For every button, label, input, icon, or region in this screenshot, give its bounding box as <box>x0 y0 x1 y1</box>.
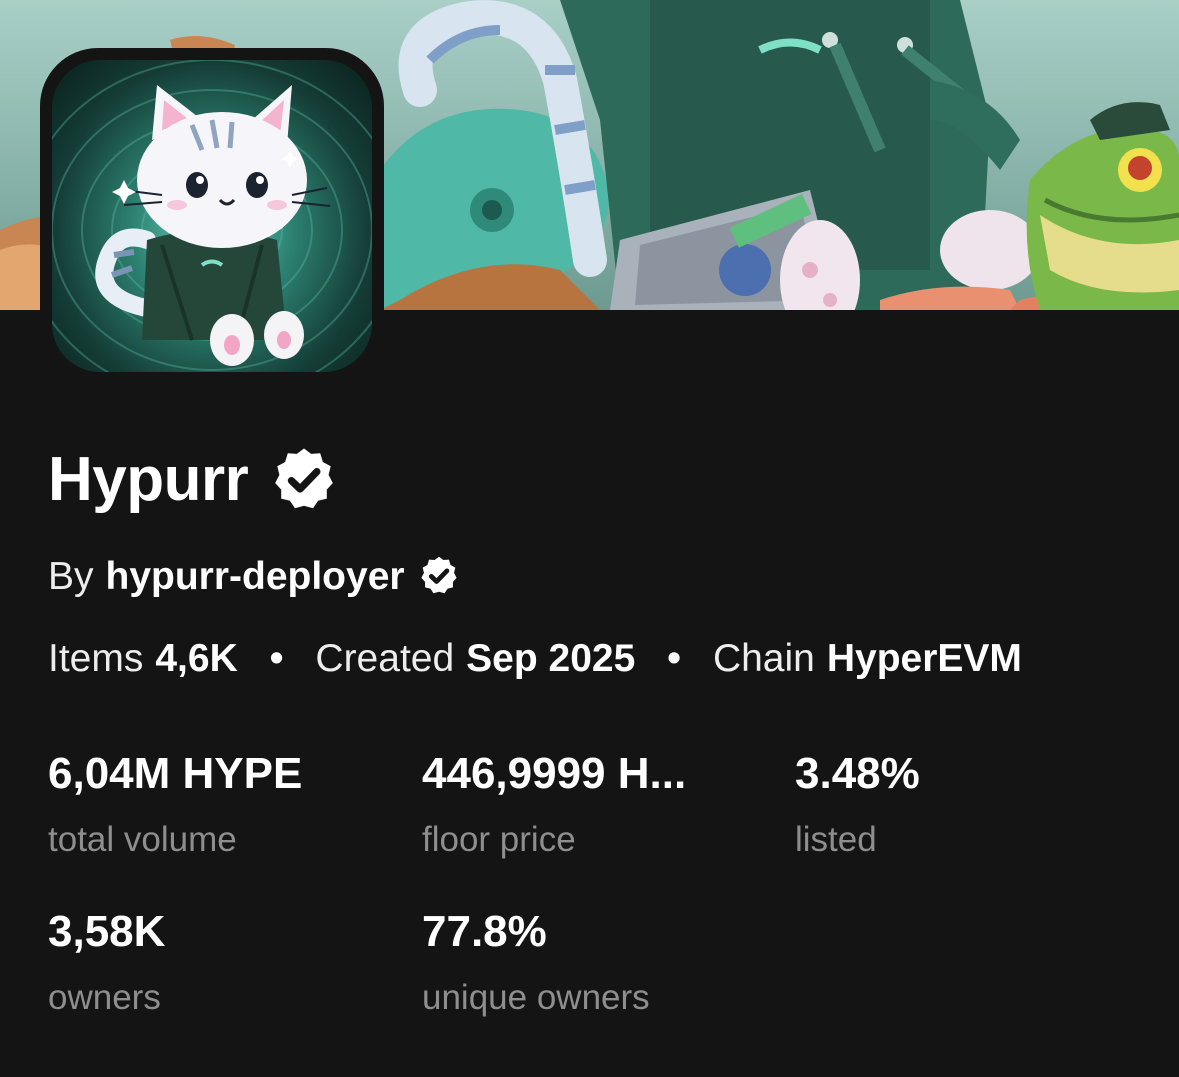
creator-row: By hypurr-deployer <box>48 550 461 602</box>
creator-verified-badge-icon <box>417 554 461 598</box>
total-volume-value: 6,04M HYPE <box>48 749 303 798</box>
floor-price-label: floor price <box>422 820 576 859</box>
owners-value: 3,58K <box>48 907 166 956</box>
collection-title: Hypurr <box>48 445 249 514</box>
items-value: 4,6K <box>155 636 238 680</box>
creator-prefix: By <box>48 554 94 598</box>
collection-meta-row: Items 4,6K • Created Sep 2025 • Chain Hy… <box>48 632 1022 684</box>
chain-label: Chain <box>712 636 815 680</box>
items-label: Items <box>48 636 144 680</box>
total-volume-label: total volume <box>48 820 237 859</box>
unique-owners-value: 77.8% <box>422 907 547 956</box>
collection-avatar-frame <box>40 48 384 384</box>
created-label: Created <box>315 636 455 680</box>
meta-separator: • <box>667 636 681 680</box>
stat-listed: 3.48% listed <box>795 749 920 859</box>
stat-owners: 3,58K owners <box>48 907 166 1017</box>
stat-unique-owners: 77.8% unique owners <box>422 907 650 1017</box>
chain-value: HyperEVM <box>826 636 1022 680</box>
stat-total-volume: 6,04M HYPE total volume <box>48 749 303 859</box>
collection-avatar <box>52 60 372 372</box>
listed-value: 3.48% <box>795 749 920 798</box>
owners-label: owners <box>48 978 161 1017</box>
stat-floor-price: 446,9999 H... floor price <box>422 749 687 859</box>
collection-title-row: Hypurr <box>48 440 340 520</box>
meta-separator: • <box>269 636 284 680</box>
creator-name-link[interactable]: hypurr-deployer <box>106 557 405 596</box>
unique-owners-label: unique owners <box>422 978 650 1017</box>
listed-label: listed <box>795 820 877 859</box>
floor-price-value: 446,9999 H... <box>422 749 687 798</box>
verified-badge-icon <box>268 444 340 516</box>
created-value: Sep 2025 <box>466 636 636 680</box>
